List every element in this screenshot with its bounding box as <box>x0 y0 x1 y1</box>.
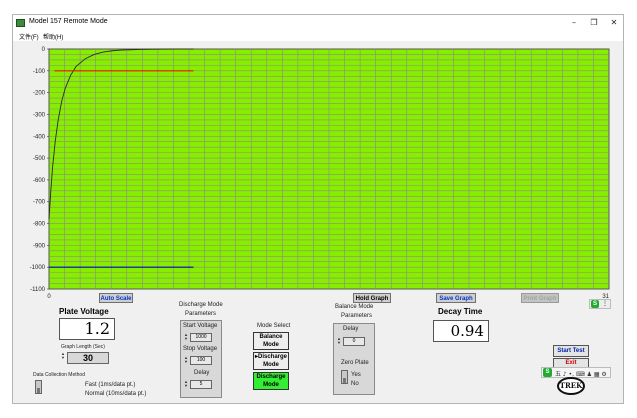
sogou-s-icon: S <box>591 300 599 308</box>
balance-delay-input[interactable]: 0 <box>343 337 365 346</box>
save-graph-button[interactable]: Save Graph <box>436 293 476 303</box>
toggle-knob <box>37 388 40 393</box>
discharge-delay-spin-icon[interactable]: ▲ ▼ <box>184 380 188 388</box>
graph-length-input[interactable]: 30 <box>67 352 109 364</box>
ime-toolbar-icons: 五 ♪ •, ⌨ ♟ ▦ ⚙ <box>555 371 607 378</box>
y-tick-label: -1100 <box>30 287 46 293</box>
mode-select-label: Mode Select <box>257 323 291 329</box>
y-tick-label: -600 <box>33 178 46 184</box>
trek-logo: TREK <box>557 377 585 395</box>
discharge-mode-line2: Mode <box>263 362 279 368</box>
normal-option-label: Normal (10ms/data pt.) <box>85 391 147 397</box>
auto-scale-button[interactable]: Auto Scale <box>99 293 133 303</box>
decay-time-display: 0.94 <box>433 320 489 342</box>
app-window: Model 157 Remote Mode – ❐ ✕ 文件(F) 帮助(H) … <box>12 14 624 404</box>
decay-time-label: Decay Time <box>438 307 483 316</box>
y-tick-label: -200 <box>33 91 46 97</box>
data-collection-toggle[interactable] <box>35 380 42 394</box>
y-tick-label: -1000 <box>30 265 46 271</box>
discharge-params-title: Discharge Mode <box>179 302 223 308</box>
start-test-button[interactable]: Start Test <box>553 345 589 357</box>
discharge-params-subtitle: Parameters <box>185 311 217 317</box>
stop-voltage-spin-icon[interactable]: ▲ ▼ <box>184 356 188 364</box>
plate-voltage-label: Plate Voltage <box>59 307 109 316</box>
y-tick-label: -400 <box>33 134 46 140</box>
fast-option-label: Fast (1ms/data pt.) <box>85 382 136 388</box>
stop-voltage-label: Stop Voltage <box>183 346 218 352</box>
balance-mode-line1: Balance <box>259 334 283 340</box>
y-tick-label: -900 <box>33 243 46 249</box>
plate-voltage-display: 1.2 <box>59 318 115 340</box>
balance-params-title: Balance Mode <box>335 304 374 310</box>
ime-toolbar[interactable]: S 五 ♪ •, ⌨ ♟ ▦ ⚙ <box>541 367 611 378</box>
start-voltage-label: Start Voltage <box>183 323 218 329</box>
graph-length-spin-icon[interactable]: ▲ ▼ <box>61 352 65 360</box>
x-tick-label: 0 <box>47 294 51 300</box>
zero-plate-label: Zero Plate <box>341 360 369 366</box>
discharge-mode-active-button[interactable]: Discharge Mode <box>253 372 289 390</box>
sogou-ime-icon: S <box>543 368 552 377</box>
discharge-delay-label: Delay <box>194 370 210 376</box>
zero-plate-toggle[interactable] <box>341 370 348 384</box>
discharge-mode-active-line1: Discharge <box>256 374 286 380</box>
discharge-delay-input[interactable]: 5 <box>190 380 212 389</box>
disabled-graph-button[interactable]: Print Graph <box>521 293 559 303</box>
discharge-mode-button[interactable]: ▸Discharge Mode <box>253 352 289 370</box>
hold-graph-button[interactable]: Hold Graph <box>353 293 391 303</box>
ime-more-icon: ⋮ <box>602 301 608 307</box>
balance-delay-label: Delay <box>343 326 359 332</box>
plate-voltage-graph: 0 -100 -200 -300 -400 -500 -600 -700 -800 -900 -10… <box>30 47 610 300</box>
y-tick-label: 0 <box>42 47 46 53</box>
start-voltage-input[interactable]: 1000 <box>190 333 212 342</box>
y-tick-label: -300 <box>33 112 46 118</box>
zero-plate-knob <box>343 378 346 383</box>
y-tick-label: -100 <box>33 69 46 75</box>
balance-mode-line2: Mode <box>263 342 279 348</box>
discharge-mode-active-line2: Mode <box>263 382 279 388</box>
balance-mode-button[interactable]: Balance Mode <box>253 332 289 350</box>
data-collection-label: Data Collection Method <box>33 372 85 378</box>
graph-length-label: Graph Length (Sec) <box>61 344 105 350</box>
balance-delay-spin-icon[interactable]: ▲ ▼ <box>337 337 341 345</box>
balance-params-subtitle: Parameters <box>341 313 373 319</box>
start-voltage-spin-icon[interactable]: ▲ ▼ <box>184 333 188 341</box>
zero-plate-no-label: No <box>351 381 359 387</box>
y-tick-label: -800 <box>33 222 46 228</box>
ime-status-widget[interactable]: S ⋮ <box>589 299 611 309</box>
y-tick-label: -500 <box>33 156 46 162</box>
discharge-mode-line1: ▸Discharge <box>254 354 288 360</box>
stop-voltage-input[interactable]: 100 <box>190 356 212 365</box>
zero-plate-yes-label: Yes <box>351 372 361 378</box>
y-tick-label: -700 <box>33 200 46 206</box>
